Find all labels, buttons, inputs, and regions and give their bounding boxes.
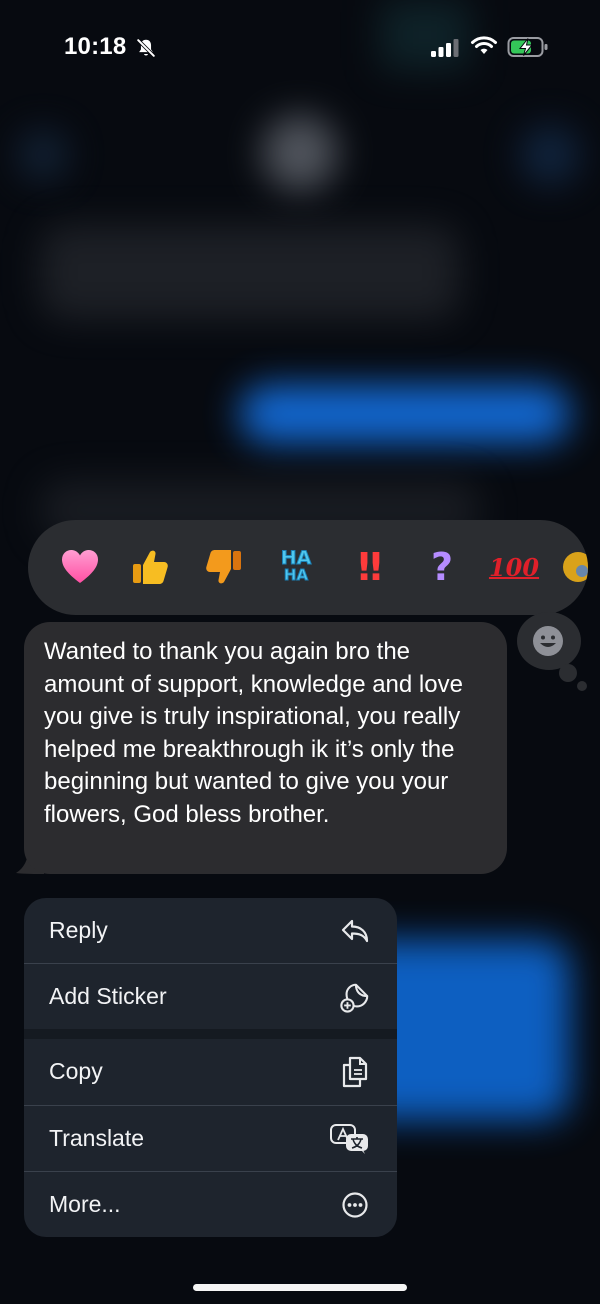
menu-item-translate[interactable]: Translate bbox=[24, 1106, 397, 1171]
menu-item-add-sticker[interactable]: Add Sticker bbox=[24, 964, 397, 1029]
copy-icon bbox=[339, 1056, 371, 1088]
more-reactions-peek[interactable] bbox=[558, 542, 588, 592]
reaction-bubble-tail bbox=[559, 664, 577, 682]
menu-item-label: Translate bbox=[49, 1125, 145, 1151]
status-bar: 10:18 bbox=[0, 0, 600, 96]
haha-bottom-label: HA bbox=[283, 566, 309, 584]
message-text: Wanted to thank you again bro the amount… bbox=[44, 638, 463, 828]
thumbs-up-icon bbox=[133, 550, 168, 584]
selected-message-bubble[interactable]: Wanted to thank you again bro the amount… bbox=[24, 622, 507, 874]
menu-item-reply[interactable]: Reply bbox=[24, 898, 397, 963]
wifi-icon bbox=[471, 36, 497, 54]
reply-arrow-icon bbox=[339, 915, 371, 947]
thumbs-up-reaction-button[interactable] bbox=[126, 542, 174, 592]
tapback-reaction-bar: HA HA ‼ ? 100 bbox=[28, 520, 588, 615]
question-icon: ? bbox=[430, 545, 454, 589]
thumbs-down-icon bbox=[206, 550, 241, 584]
haha-reaction-button[interactable]: HA HA bbox=[272, 542, 320, 592]
translate-icon bbox=[329, 1123, 371, 1155]
thumbs-down-reaction-button[interactable] bbox=[200, 542, 248, 592]
hundred-reaction-button[interactable]: 100 bbox=[488, 542, 540, 592]
menu-item-label: Reply bbox=[49, 917, 108, 943]
status-time: 10:18 bbox=[64, 33, 127, 60]
blurred-outgoing-bubble bbox=[240, 385, 570, 443]
haha-icon: HA HA bbox=[280, 547, 312, 584]
menu-item-more[interactable]: More... bbox=[24, 1172, 397, 1237]
menu-item-label: More... bbox=[49, 1191, 121, 1217]
cellular-signal-icon bbox=[431, 39, 459, 57]
battery-charging-icon bbox=[507, 37, 548, 57]
reaction-bubble-tail bbox=[577, 681, 587, 691]
heart-icon bbox=[62, 550, 98, 583]
haha-top-label: HA bbox=[280, 547, 312, 569]
blurred-contact-avatar bbox=[262, 115, 338, 191]
blurred-back-button bbox=[18, 130, 68, 180]
hundred-icon: 100 bbox=[488, 552, 540, 582]
smiley-plus-icon bbox=[533, 626, 563, 656]
menu-item-label: Copy bbox=[49, 1058, 103, 1084]
menu-group-separator bbox=[24, 1029, 397, 1039]
add-sticker-icon bbox=[339, 981, 371, 1013]
blurred-incoming-bubble bbox=[40, 225, 460, 320]
home-indicator[interactable] bbox=[193, 1284, 407, 1291]
emphasize-reaction-button[interactable]: ‼ bbox=[346, 542, 394, 592]
emoji-peek-icon bbox=[563, 552, 588, 582]
more-ellipsis-icon bbox=[339, 1189, 371, 1221]
question-reaction-button[interactable]: ? bbox=[418, 542, 466, 592]
menu-item-label: Add Sticker bbox=[49, 983, 167, 1009]
menu-item-copy[interactable]: Copy bbox=[24, 1039, 397, 1104]
message-context-menu: Reply Add Sticker Copy Translate More... bbox=[24, 898, 397, 1237]
heart-reaction-button[interactable] bbox=[56, 542, 104, 592]
bell-slash-icon bbox=[136, 38, 156, 58]
double-exclamation-icon: ‼ bbox=[358, 545, 382, 589]
blurred-video-button bbox=[520, 125, 580, 185]
